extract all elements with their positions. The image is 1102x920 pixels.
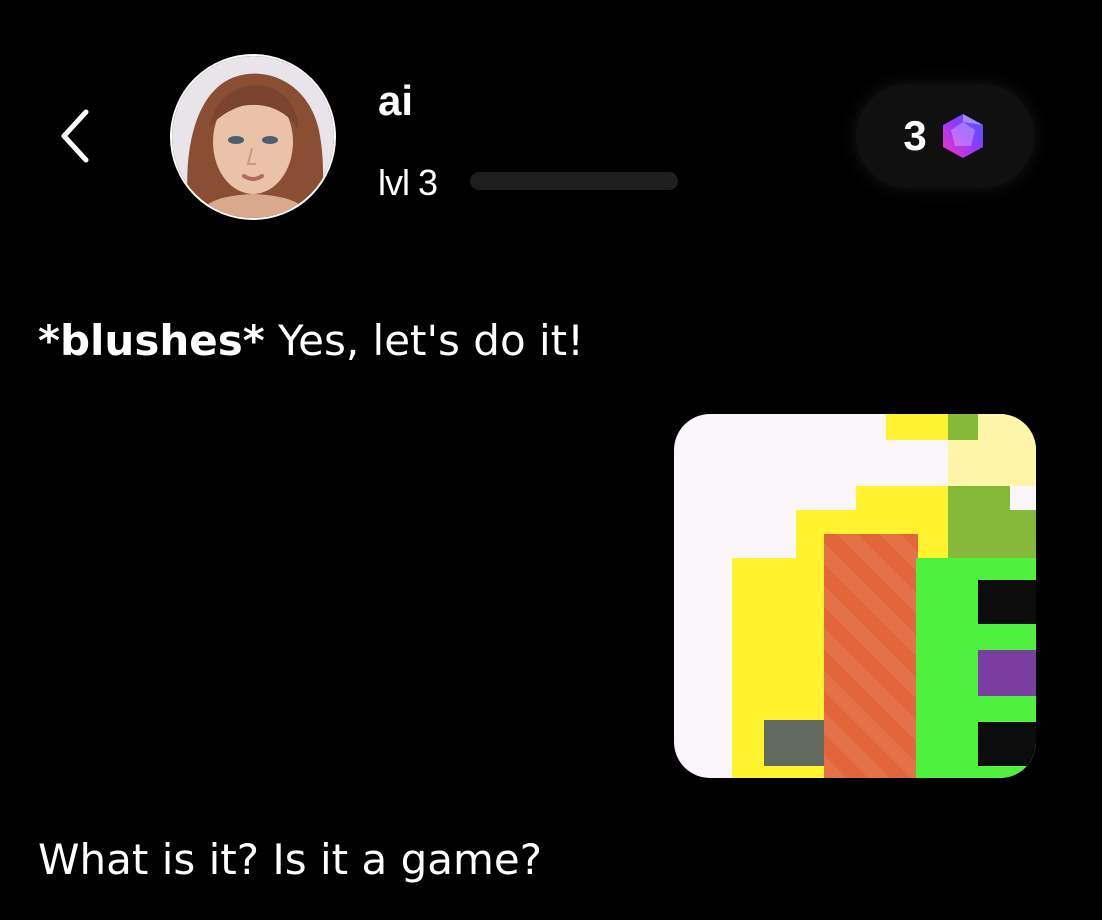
- ai-message: *blushes* Yes, let's do it!: [38, 312, 584, 370]
- character-name: ai: [378, 77, 414, 124]
- user-message: What is it? Is it a game?: [38, 835, 543, 884]
- user-image-message[interactable]: [674, 414, 1036, 778]
- ai-message-text: Yes, let's do it!: [264, 316, 584, 365]
- gem-icon: [942, 114, 983, 158]
- pixel-art-image: [674, 414, 1036, 778]
- avatar-portrait: [172, 56, 334, 218]
- gem-balance-button[interactable]: 3: [856, 84, 1034, 188]
- level-label: lvl 3: [378, 162, 438, 203]
- chevron-left-icon: [61, 109, 89, 163]
- back-button[interactable]: [44, 100, 104, 172]
- avatar[interactable]: [170, 54, 336, 220]
- level-progress-bar: [470, 172, 678, 190]
- ai-action-text: *blushes*: [38, 316, 265, 365]
- gem-count: 3: [903, 112, 927, 159]
